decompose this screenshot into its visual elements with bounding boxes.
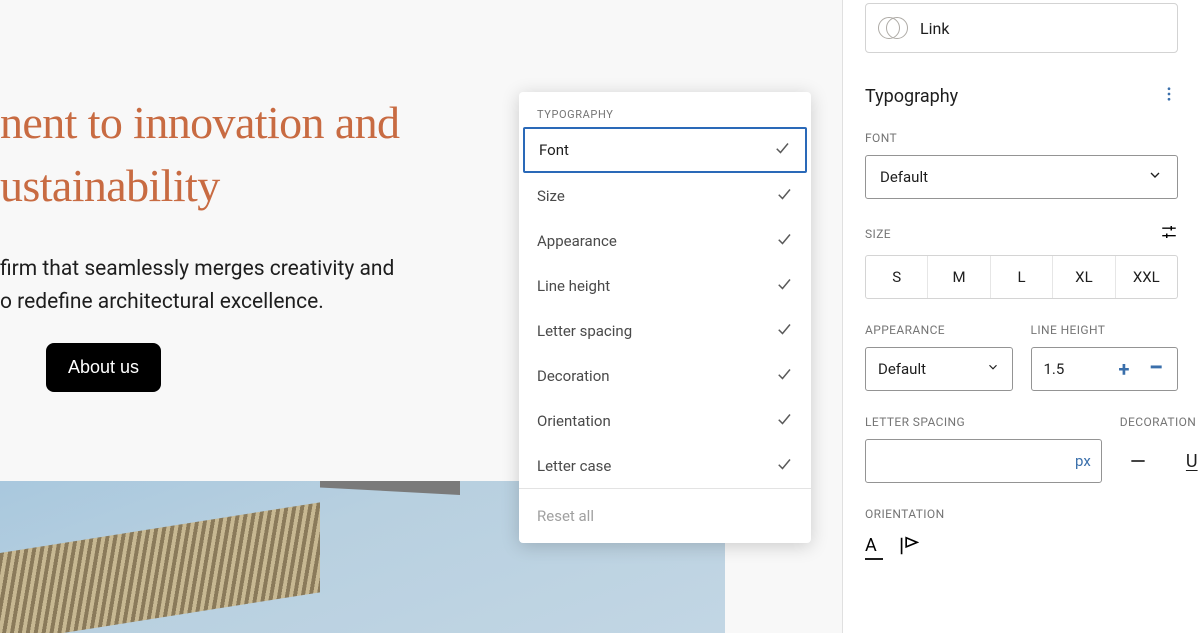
appearance-select[interactable]: Default [865, 347, 1013, 391]
size-custom-toggle[interactable] [1160, 223, 1178, 245]
popover-item-label: Orientation [537, 412, 611, 430]
letter-spacing-input-wrap: px [865, 439, 1102, 483]
heading-line-2: ustainability [0, 160, 220, 211]
popover-item-line-height[interactable]: Line height [519, 263, 811, 308]
popover-item-label: Letter spacing [537, 322, 632, 340]
decoration-none[interactable] [1120, 443, 1156, 479]
popover-item-size[interactable]: Size [519, 173, 811, 218]
popover-item-letter-spacing[interactable]: Letter spacing [519, 308, 811, 353]
orientation-horizontal[interactable]: A [865, 535, 877, 561]
page-heading: nent to innovation and ustainability [0, 92, 399, 217]
popover-title: TYPOGRAPHY [519, 92, 811, 127]
settings-sidebar: Link Typography FONT Default SIZE SMLXLX… [842, 0, 1200, 633]
line-height-minus[interactable]: − [1143, 361, 1169, 377]
line-height-stepper[interactable]: 1.5 + − [1031, 347, 1179, 391]
letter-spacing-unit[interactable]: px [1075, 452, 1091, 470]
check-icon [775, 365, 793, 387]
check-icon [775, 455, 793, 477]
check-icon [775, 410, 793, 432]
letter-spacing-input[interactable] [876, 453, 1075, 470]
typography-title: Typography [865, 86, 958, 107]
check-icon [775, 320, 793, 342]
check-icon [775, 275, 793, 297]
size-option-m[interactable]: M [927, 256, 989, 298]
chevron-down-icon [1147, 167, 1163, 187]
decoration-label: DECORATION [1120, 415, 1200, 429]
building-graphic [0, 502, 320, 633]
check-icon [775, 230, 793, 252]
size-option-xxl[interactable]: XXL [1115, 256, 1177, 298]
page-subtext: firm that seamlessly merges creativity a… [0, 253, 394, 318]
subtext-line-1: firm that seamlessly merges creativity a… [0, 257, 394, 281]
appearance-label: APPEARANCE [865, 323, 1013, 337]
decoration-underline[interactable]: U [1174, 443, 1200, 479]
link-label: Link [920, 19, 949, 38]
size-preset-group: SMLXLXXL [865, 255, 1178, 299]
font-select[interactable]: Default [865, 155, 1178, 199]
popover-item-orientation[interactable]: Orientation [519, 398, 811, 443]
minus-icon [1128, 451, 1148, 471]
orientation-vertical[interactable] [897, 535, 919, 561]
letter-spacing-label: LETTER SPACING [865, 415, 1102, 429]
font-select-value: Default [880, 168, 928, 186]
font-label: FONT [865, 131, 1178, 145]
typography-options-menu-button[interactable] [1160, 85, 1178, 107]
popover-item-letter-case[interactable]: Letter case [519, 443, 811, 488]
popover-item-label: Font [539, 141, 569, 159]
venn-icon [878, 17, 908, 39]
about-us-button[interactable]: About us [46, 343, 161, 392]
size-option-s[interactable]: S [866, 256, 927, 298]
size-option-l[interactable]: L [990, 256, 1052, 298]
check-icon [775, 185, 793, 207]
subtext-line-2: o redefine architectural excellence. [0, 290, 324, 314]
check-icon [773, 139, 791, 161]
popover-item-label: Line height [537, 277, 610, 295]
typography-section-header: Typography [865, 85, 1178, 107]
link-color-row[interactable]: Link [865, 3, 1178, 53]
popover-item-font[interactable]: Font [523, 127, 807, 173]
size-option-xl[interactable]: XL [1052, 256, 1114, 298]
typography-options-popover: TYPOGRAPHY Font Size Appearance Line height… [519, 92, 811, 543]
line-height-value: 1.5 [1044, 360, 1106, 378]
size-label: SIZE [865, 227, 891, 241]
line-height-plus[interactable]: + [1111, 357, 1137, 381]
chevron-down-icon [986, 360, 1000, 378]
heading-line-1: nent to innovation and [0, 97, 399, 148]
decoration-group: U S [1120, 439, 1200, 483]
popover-item-label: Size [537, 187, 565, 205]
line-height-label: LINE HEIGHT [1031, 323, 1179, 337]
popover-item-label: Appearance [537, 232, 617, 250]
orientation-horizontal-icon: A [865, 535, 877, 556]
orientation-group: A [865, 535, 1178, 561]
reset-all-button[interactable]: Reset all [519, 488, 811, 543]
popover-item-label: Letter case [537, 457, 611, 475]
appearance-value: Default [878, 360, 926, 378]
sliders-icon [1160, 223, 1178, 241]
popover-item-appearance[interactable]: Appearance [519, 218, 811, 263]
orientation-vertical-icon [897, 535, 919, 557]
popover-item-decoration[interactable]: Decoration [519, 353, 811, 398]
popover-item-label: Decoration [537, 367, 610, 385]
orientation-label: ORIENTATION [865, 507, 1178, 521]
kebab-icon [1160, 85, 1178, 103]
